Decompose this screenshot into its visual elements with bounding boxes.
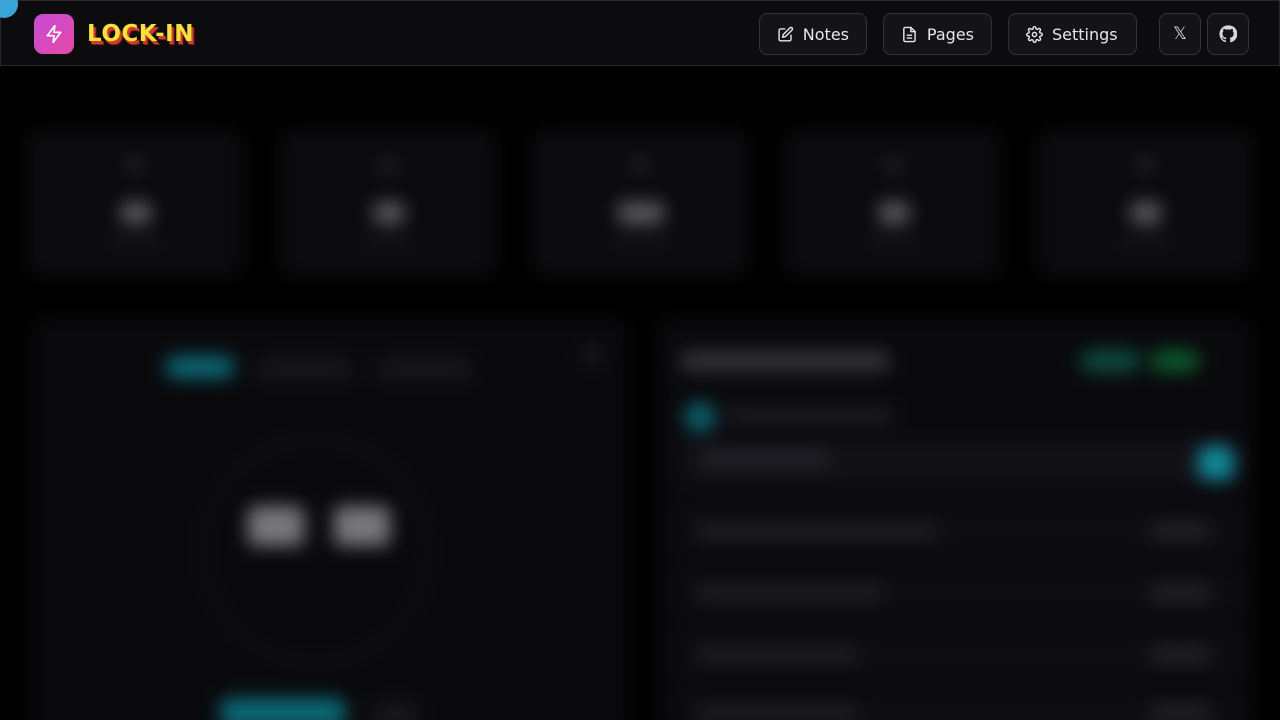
timer-minutes (248, 506, 304, 546)
app-header: LOCK-IN Notes Pages Settings 𝕏 (0, 0, 1280, 66)
task-row-meta (1150, 648, 1210, 662)
github-button[interactable] (1207, 13, 1249, 55)
bolt-icon (46, 24, 62, 44)
notes-button[interactable]: Notes (759, 13, 867, 55)
tasks-filter[interactable] (1080, 350, 1140, 372)
tasks-title (680, 350, 890, 372)
task-row-text (695, 648, 860, 662)
edit-icon (778, 26, 794, 41)
pages-button-label: Pages (926, 24, 974, 44)
task-row-meta (1150, 586, 1210, 600)
task-row-text (695, 524, 940, 538)
x-social-button[interactable]: 𝕏 (1159, 13, 1201, 55)
settings-button[interactable]: Settings (1008, 13, 1137, 55)
github-icon (1219, 25, 1237, 43)
timer-mode-tab[interactable] (375, 358, 475, 380)
app-title: LOCK-IN (87, 21, 194, 47)
timer-mode-tab[interactable] (165, 356, 235, 378)
stat-card (278, 128, 498, 278)
tasks-filter[interactable] (1150, 350, 1200, 372)
stat-card (1035, 128, 1255, 278)
stat-card (25, 128, 245, 278)
pages-button[interactable]: Pages (883, 13, 992, 55)
task-row-text (695, 706, 860, 720)
notes-button-label: Notes (802, 24, 849, 44)
file-icon (903, 26, 916, 42)
add-task-button[interactable] (1198, 446, 1234, 480)
settings-button-label: Settings (1052, 24, 1118, 44)
logo-badge[interactable] (34, 14, 74, 54)
task-category-badge (685, 402, 715, 432)
task-category-label (725, 408, 895, 422)
stat-card (530, 128, 750, 278)
timer-settings-icon[interactable] (580, 342, 604, 366)
start-button[interactable] (220, 698, 346, 720)
gear-icon (1026, 25, 1043, 43)
reset-button[interactable] (370, 702, 420, 720)
task-row-meta (1150, 524, 1210, 538)
blurred-dashboard (0, 66, 1280, 720)
stat-card (783, 128, 1003, 278)
task-row-meta (1150, 706, 1210, 720)
timer-ring (200, 436, 430, 666)
x-icon: 𝕏 (1173, 24, 1187, 44)
timer-seconds (334, 506, 390, 546)
task-row-text (695, 586, 885, 600)
task-input-placeholder (700, 452, 830, 466)
timer-mode-tab[interactable] (255, 358, 355, 380)
